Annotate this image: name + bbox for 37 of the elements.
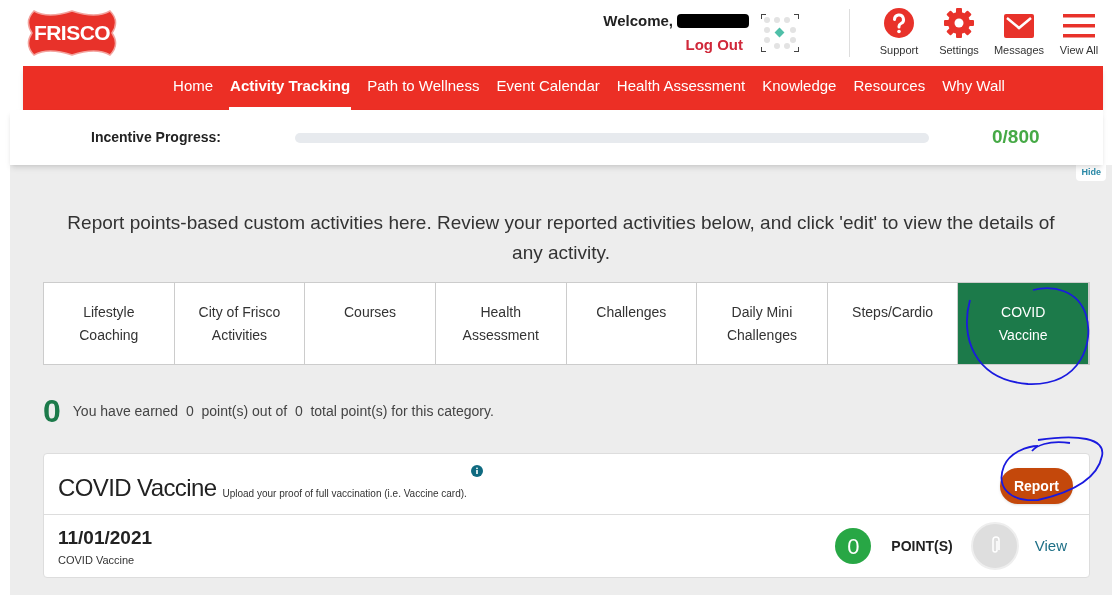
view-link[interactable]: View xyxy=(1034,534,1067,558)
help-icon xyxy=(884,7,914,38)
entry-name: COVID Vaccine xyxy=(58,553,136,568)
logout-link[interactable]: Log Out xyxy=(685,34,743,57)
category-tab[interactable]: COVID Vaccine xyxy=(958,283,1089,364)
earned-points-text: You have earned 0 point(s) out of 0 total point(s) for this category. xyxy=(72,401,494,421)
nav-link[interactable]: Resources xyxy=(852,66,927,110)
nav-link[interactable]: Home xyxy=(172,66,215,110)
nav-link[interactable]: Why Wall xyxy=(941,66,1006,110)
logo-text: FRISCO xyxy=(33,20,111,47)
header-icon-button[interactable]: Messages xyxy=(996,13,1042,59)
menu-icon xyxy=(1063,13,1095,38)
welcome-text: Welcome, xyxy=(603,10,673,31)
settings-icon xyxy=(944,7,974,38)
paperclip-icon xyxy=(989,536,1000,556)
entry-date: 11/01/2021 xyxy=(58,525,153,550)
report-button[interactable]: Report xyxy=(999,468,1073,504)
points-label: POINT(S) xyxy=(891,536,953,556)
points-badge: 0 xyxy=(835,528,872,564)
intro-text: Report points-based custom activities here. Review your reported activities below, and click 'edit' to view the details of any activity. xyxy=(66,211,1056,265)
nav-link[interactable]: Path to Wellness xyxy=(366,66,481,110)
activity-description: Upload your proof of full vaccination (i.e. Vaccine card). xyxy=(222,486,467,501)
avatar-icon[interactable] xyxy=(761,14,799,52)
mail-icon xyxy=(1004,13,1034,38)
nav-link[interactable]: Health Assessment xyxy=(615,66,747,110)
nav-link[interactable]: Knowledge xyxy=(761,66,838,110)
redacted-name xyxy=(677,13,749,28)
info-icon[interactable] xyxy=(470,465,483,477)
hide-button[interactable]: Hide xyxy=(1076,165,1106,181)
nav-link[interactable]: Event Calendar xyxy=(495,66,601,110)
progress-reading: 0/800 xyxy=(992,125,1040,150)
incentive-label: Incentive Progress: xyxy=(91,128,222,147)
header-icon-button[interactable]: Settings xyxy=(936,7,982,59)
header-icon-button[interactable]: Support xyxy=(876,7,922,59)
header-icon-button[interactable]: View All xyxy=(1056,13,1102,59)
activity-title: COVID Vaccine xyxy=(58,473,217,503)
earned-points-number: 0 xyxy=(43,395,61,427)
